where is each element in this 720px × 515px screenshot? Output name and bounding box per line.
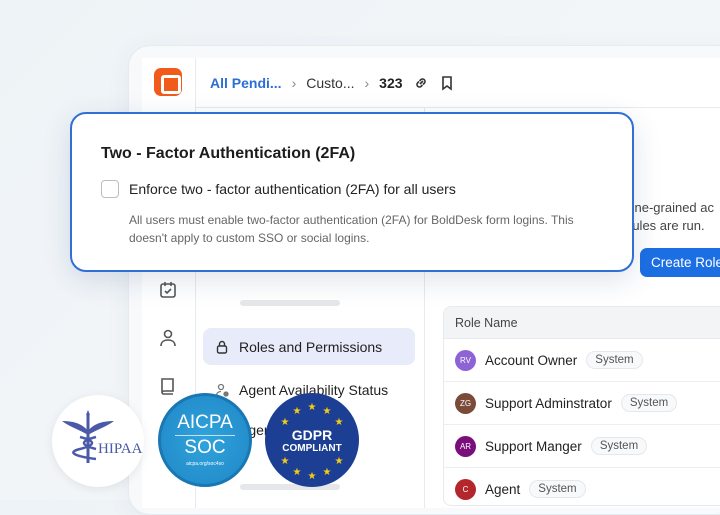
svg-text:★: ★ xyxy=(293,467,302,478)
create-role-button[interactable]: Create Role xyxy=(640,248,720,277)
aicpa-text: AICPA xyxy=(177,412,233,433)
lock-icon xyxy=(216,340,228,354)
svg-text:★: ★ xyxy=(335,456,344,467)
enforce-2fa-checkbox[interactable] xyxy=(101,180,119,198)
breadcrumb-all-pending[interactable]: All Pendi... xyxy=(210,75,282,91)
dialog-description: All users must enable two-factor authent… xyxy=(129,213,574,245)
roles-description: fine-grained ac xyxy=(628,200,714,215)
chevron-right-icon: › xyxy=(291,74,297,91)
svg-text:★: ★ xyxy=(323,467,332,478)
calendar-check-icon[interactable] xyxy=(158,280,178,300)
breadcrumb-customer[interactable]: Custo... xyxy=(306,75,354,91)
nav-placeholder-bar xyxy=(240,300,340,306)
role-name[interactable]: Support Manger xyxy=(485,439,582,454)
system-badge: System xyxy=(586,351,643,369)
aicpa-url: aicpa.org/soc4so xyxy=(186,461,224,467)
soc-text: SOC xyxy=(184,437,226,458)
book-icon[interactable] xyxy=(158,376,178,396)
gdpr-compliant-text: COMPLIANT xyxy=(282,442,342,454)
hipaa-text: HIPAA xyxy=(98,441,143,457)
nav-item-roles-permissions[interactable]: Roles and Permissions xyxy=(203,328,415,365)
enforce-2fa-label[interactable]: Enforce two - factor authentication (2FA… xyxy=(129,181,456,197)
bookmark-icon[interactable] xyxy=(439,75,455,91)
table-row[interactable]: C Agent System xyxy=(444,468,720,505)
aicpa-soc-seal: AICPA SOC aicpa.org/soc4so xyxy=(158,393,252,487)
breadcrumb: All Pendi... › Custo... › 323 xyxy=(196,58,720,108)
role-name[interactable]: Agent xyxy=(485,482,520,497)
link-icon[interactable] xyxy=(413,75,429,91)
svg-text:★: ★ xyxy=(281,417,290,428)
roles-table: Role Name RV Account Owner System ZG Support… xyxy=(443,306,720,506)
chevron-right-icon: › xyxy=(364,74,370,91)
nav-item-label: Roles and Permissions xyxy=(239,338,383,355)
system-badge: System xyxy=(590,437,648,455)
bolddesk-logo[interactable] xyxy=(154,68,182,96)
avatar: AR xyxy=(455,435,476,457)
caduceus-icon xyxy=(62,410,114,463)
avatar: RV xyxy=(455,349,476,371)
table-row[interactable]: AR Support Manger System xyxy=(444,425,720,468)
two-factor-dialog: Two - Factor Authentication (2FA) Enforc… xyxy=(70,112,634,272)
roles-description: rules are run. xyxy=(628,218,705,233)
svg-text:★: ★ xyxy=(308,402,317,413)
gdpr-seal: ★ ★ ★ ★ ★ ★ ★ ★ ★ ★ GDPR COMPLIANT xyxy=(265,393,359,487)
role-name[interactable]: Account Owner xyxy=(485,353,577,368)
column-header-role-name[interactable]: Role Name xyxy=(444,307,720,339)
svg-text:★: ★ xyxy=(323,406,332,417)
system-badge: System xyxy=(529,480,586,498)
svg-text:★: ★ xyxy=(335,417,344,428)
table-row[interactable]: ZG Support Adminstrator System xyxy=(444,382,720,425)
avatar: ZG xyxy=(455,392,476,414)
breadcrumb-ticket-id: 323 xyxy=(379,74,403,91)
user-icon[interactable] xyxy=(158,328,178,348)
svg-text:★: ★ xyxy=(281,456,290,467)
avatar: C xyxy=(455,478,476,500)
system-badge: System xyxy=(620,394,678,412)
dialog-title: Two - Factor Authentication (2FA) xyxy=(101,145,356,162)
role-name[interactable]: Support Adminstrator xyxy=(485,396,612,411)
svg-text:★: ★ xyxy=(308,471,317,482)
table-row[interactable]: RV Account Owner System xyxy=(444,339,720,382)
gdpr-text: GDPR xyxy=(291,426,333,443)
hipaa-seal: HIPAA xyxy=(52,395,144,487)
svg-text:★: ★ xyxy=(293,406,302,417)
